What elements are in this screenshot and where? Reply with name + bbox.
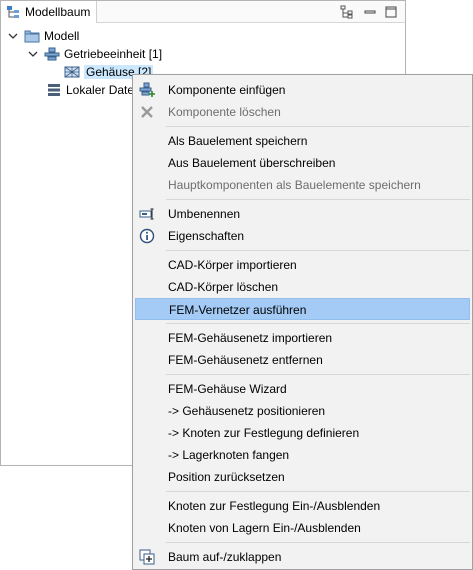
menu-item-gehaeusenetz-positionieren[interactable]: -> Gehäusenetz positionieren	[135, 400, 470, 422]
menu-item-fem-gehaeusenetz-entfernen[interactable]: FEM-Gehäusenetz entfernen	[135, 349, 470, 371]
tree-node-getriebeeinheit[interactable]: Getriebeeinheit [1]	[28, 45, 162, 63]
menu-item-baum-aufzuklappen[interactable]: Baum auf-/zuklappen	[135, 546, 470, 568]
menu-separator	[166, 250, 470, 251]
menu-item-fem-gehaeusenetz-importieren[interactable]: FEM-Gehäusenetz importieren	[135, 327, 470, 349]
tree-node-label: Lokaler Daten	[66, 83, 141, 97]
menu-separator	[166, 323, 470, 324]
tree-tab-icon	[7, 6, 19, 18]
tree-node-label: Modell	[44, 29, 80, 43]
menu-separator	[166, 374, 470, 375]
menu-item-fem-vernetzer-ausfuehren[interactable]: FEM-Vernetzer ausführen	[135, 298, 470, 320]
housing-icon	[64, 66, 80, 78]
tab-modellbaum[interactable]: Modellbaum	[1, 1, 97, 23]
chevron-down-icon[interactable]	[8, 31, 18, 41]
menu-item-hauptkomponenten-speichern[interactable]: Hauptkomponenten als Bauelemente speiche…	[135, 174, 470, 196]
add-component-icon	[139, 82, 155, 97]
tree-node-label: Getriebeeinheit [1]	[64, 47, 163, 61]
menu-separator	[166, 126, 470, 127]
menu-separator	[166, 199, 470, 200]
expand-tree-icon	[139, 549, 155, 565]
context-menu: Komponente einfügen Komponente löschen A…	[132, 74, 473, 570]
panel-header: Modellbaum	[1, 1, 405, 23]
menu-item-aus-bauelement-ueberschreiben[interactable]: Aus Bauelement überschreiben	[135, 152, 470, 174]
menu-item-cad-koerper-loeschen[interactable]: CAD-Körper löschen	[135, 276, 470, 298]
menu-item-cad-koerper-importieren[interactable]: CAD-Körper importieren	[135, 254, 470, 276]
info-icon	[139, 228, 155, 244]
folder-icon	[24, 30, 40, 43]
menu-item-lagerknoten-fangen[interactable]: -> Lagerknoten fangen	[135, 444, 470, 466]
menu-item-fem-gehaeuse-wizard[interactable]: FEM-Gehäuse Wizard	[135, 378, 470, 400]
menu-item-eigenschaften[interactable]: Eigenschaften	[135, 225, 470, 247]
menu-separator	[166, 542, 470, 543]
menu-item-knoten-lagern-einausblenden[interactable]: Knoten von Lagern Ein-/Ausblenden	[135, 517, 470, 539]
menu-item-position-zuruecksetzen[interactable]: Position zurücksetzen	[135, 466, 470, 488]
rename-icon	[139, 208, 154, 220]
delete-x-icon	[141, 106, 153, 118]
database-icon	[48, 84, 60, 96]
gear-unit-icon	[44, 47, 60, 61]
minimize-icon[interactable]	[362, 4, 378, 20]
chevron-down-icon[interactable]	[28, 49, 38, 59]
maximize-icon[interactable]	[383, 4, 399, 20]
tree-node-modell[interactable]: Modell	[8, 27, 79, 45]
tree-node-lokaler-daten[interactable]: Lokaler Daten	[46, 81, 141, 99]
panel-title: Modellbaum	[25, 5, 91, 19]
tree-view-icon[interactable]	[339, 4, 355, 20]
menu-item-als-bauelement-speichern[interactable]: Als Bauelement speichern	[135, 130, 470, 152]
menu-item-knoten-festlegung-einausblenden[interactable]: Knoten zur Festlegung Ein-/Ausblenden	[135, 495, 470, 517]
menu-item-komponente-loeschen[interactable]: Komponente löschen	[135, 101, 470, 123]
menu-separator	[166, 491, 470, 492]
menu-item-knoten-festlegung-definieren[interactable]: -> Knoten zur Festlegung definieren	[135, 422, 470, 444]
menu-item-umbenennen[interactable]: Umbenennen	[135, 203, 470, 225]
menu-item-komponente-einfuegen[interactable]: Komponente einfügen	[135, 79, 470, 101]
